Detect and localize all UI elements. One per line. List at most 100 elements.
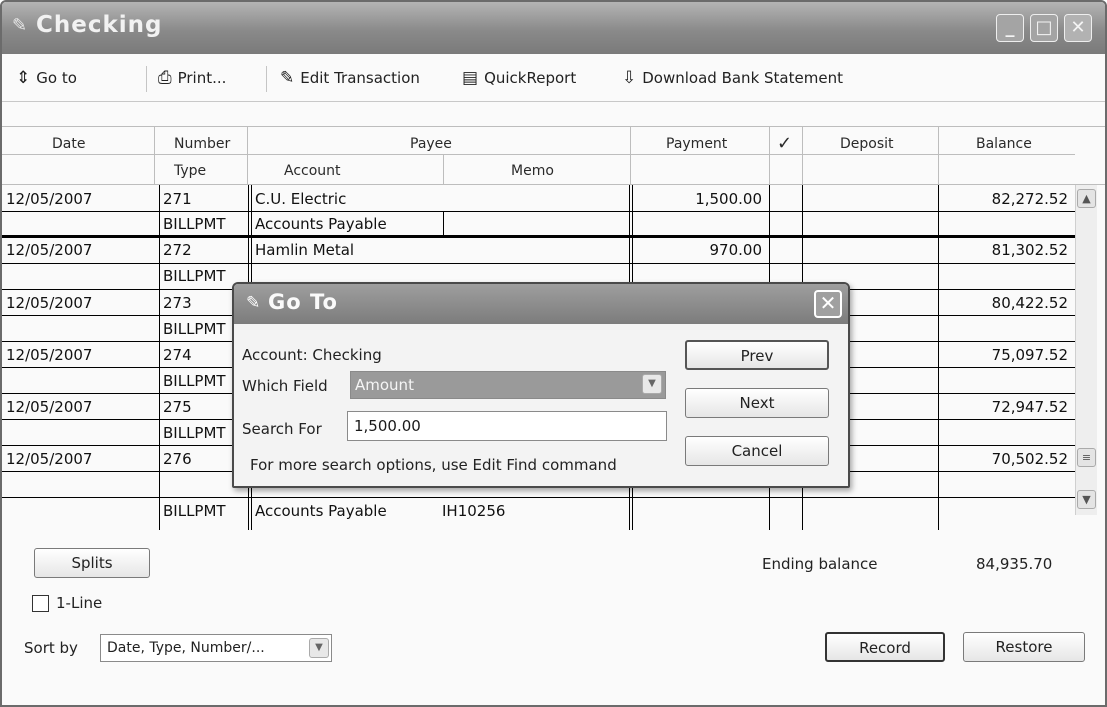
col-header-balance[interactable]: Balance xyxy=(976,136,1032,152)
row-balance: 82,272.52 xyxy=(991,190,1068,208)
scroll-thumb-grip-icon[interactable]: ≡ xyxy=(1077,448,1096,467)
scroll-down-icon[interactable]: ▼ xyxy=(1077,490,1096,509)
row-date: 12/05/2007 xyxy=(6,398,93,416)
col-header-number[interactable]: Number xyxy=(174,136,230,152)
close-icon[interactable]: ✕ xyxy=(814,290,842,318)
one-line-label: 1-Line xyxy=(56,594,103,612)
download-statement-button[interactable]: ⇩ Download Bank Statement xyxy=(622,66,843,90)
col-divider xyxy=(769,126,770,184)
col-divider xyxy=(630,126,631,184)
row-type: BILLPMT xyxy=(163,372,226,390)
row-number: 273 xyxy=(163,294,192,312)
row-payee: Hamlin Metal xyxy=(255,241,355,259)
row-number: 276 xyxy=(163,450,192,468)
row-balance: 70,502.52 xyxy=(991,450,1068,468)
title-bar[interactable]: ✎ Checking _ □ ✕ xyxy=(2,2,1105,54)
toolbar: ⇕ Go to ⎙ Print... ✎ Edit Transaction ▤ … xyxy=(2,54,1105,102)
minimize-button[interactable]: _ xyxy=(996,14,1024,42)
sort-by-label: Sort by xyxy=(24,639,78,657)
window-title: Checking xyxy=(36,12,163,38)
chevron-down-icon[interactable]: ▼ xyxy=(309,638,329,658)
row-type: BILLPMT xyxy=(163,320,226,338)
register-scrollbar[interactable]: ▲ ≡ ▼ xyxy=(1075,185,1097,515)
sort-by-select[interactable]: Date, Type, Number/... xyxy=(100,634,332,662)
one-line-checkbox[interactable] xyxy=(32,595,49,612)
row-divider xyxy=(2,497,1075,498)
register-icon: ✎ xyxy=(12,15,28,36)
print-label: Print... xyxy=(177,69,227,87)
row-date: 12/05/2007 xyxy=(6,450,93,468)
col-divider xyxy=(154,126,155,184)
dialog-title: Go To xyxy=(268,290,338,314)
next-button[interactable]: Next xyxy=(685,388,829,418)
download-icon: ⇩ xyxy=(622,68,637,88)
row-number: 275 xyxy=(163,398,192,416)
goto-pencil-icon: ✎ xyxy=(246,293,261,313)
row-type: BILLPMT xyxy=(163,267,226,285)
splits-button[interactable]: Splits xyxy=(34,548,150,578)
row-balance: 80,422.52 xyxy=(991,294,1068,312)
row-type: BILLPMT xyxy=(163,502,226,520)
row-date: 12/05/2007 xyxy=(6,294,93,312)
edit-icon: ✎ xyxy=(280,68,295,88)
scroll-up-icon[interactable]: ▲ xyxy=(1077,189,1096,208)
search-for-input[interactable]: 1,500.00 xyxy=(347,411,667,441)
prev-button[interactable]: Prev xyxy=(685,340,829,370)
col-header-deposit[interactable]: Deposit xyxy=(840,136,894,152)
col-divider xyxy=(938,126,939,184)
col-header-payment[interactable]: Payment xyxy=(666,136,727,152)
search-for-label: Search For xyxy=(242,420,322,438)
col-header-date[interactable]: Date xyxy=(52,136,85,152)
toolbar-divider xyxy=(266,66,267,92)
print-button[interactable]: ⎙ Print... xyxy=(158,66,226,90)
which-field-select[interactable]: Amount xyxy=(350,371,666,399)
row-memo: IH10256 xyxy=(442,502,506,520)
row-payee: C.U. Electric xyxy=(255,190,347,208)
quickreport-button[interactable]: ▤ QuickReport xyxy=(462,66,576,90)
close-window-button[interactable]: ✕ xyxy=(1064,14,1092,42)
row-divider xyxy=(2,211,1075,212)
quickreport-label: QuickReport xyxy=(484,69,577,87)
col-header-memo[interactable]: Memo xyxy=(511,163,554,179)
row-payment: 1,500.00 xyxy=(695,190,762,208)
col-header-account[interactable]: Account xyxy=(284,163,341,179)
goto-arrows-icon: ⇕ xyxy=(16,68,31,88)
row-payment: 970.00 xyxy=(709,241,763,259)
edit-transaction-label: Edit Transaction xyxy=(300,69,420,87)
record-button[interactable]: Record xyxy=(825,632,945,662)
col-header-payee[interactable]: Payee xyxy=(410,136,452,152)
which-field-value: Amount xyxy=(355,376,414,394)
edit-transaction-button[interactable]: ✎ Edit Transaction xyxy=(280,66,420,90)
row-balance: 81,302.52 xyxy=(991,241,1068,259)
search-for-value: 1,500.00 xyxy=(354,417,421,435)
col-divider xyxy=(802,126,803,184)
row-number: 274 xyxy=(163,346,192,364)
goto-label: Go to xyxy=(36,69,77,87)
row-type: BILLPMT xyxy=(163,424,226,442)
maximize-button[interactable]: □ xyxy=(1030,14,1058,42)
row-number: 271 xyxy=(163,190,192,208)
selected-row-divider xyxy=(2,235,1075,238)
col-header-cleared[interactable]: ✓ xyxy=(777,133,792,154)
row-type: BILLPMT xyxy=(163,215,226,233)
col-divider xyxy=(247,126,248,184)
row-date: 12/05/2007 xyxy=(6,190,93,208)
col-divider xyxy=(443,154,444,184)
goto-button[interactable]: ⇕ Go to xyxy=(16,66,77,90)
restore-button[interactable]: Restore xyxy=(963,632,1085,662)
row-balance: 72,947.52 xyxy=(991,398,1068,416)
sort-by-value: Date, Type, Number/... xyxy=(107,640,265,656)
printer-icon: ⎙ xyxy=(158,68,172,88)
col-divider xyxy=(443,211,444,235)
col-header-type[interactable]: Type xyxy=(174,163,206,179)
row-date: 12/05/2007 xyxy=(6,346,93,364)
row-account: Accounts Payable xyxy=(255,502,387,520)
report-icon: ▤ xyxy=(462,68,479,88)
cancel-button[interactable]: Cancel xyxy=(685,436,829,466)
divider xyxy=(2,126,1105,127)
dialog-title-bar[interactable]: ✎ Go To ✕ xyxy=(234,284,848,324)
chevron-down-icon[interactable]: ▼ xyxy=(642,374,662,394)
divider xyxy=(2,154,1075,155)
toolbar-divider xyxy=(146,66,147,92)
search-hint: For more search options, use Edit Find c… xyxy=(250,456,617,474)
